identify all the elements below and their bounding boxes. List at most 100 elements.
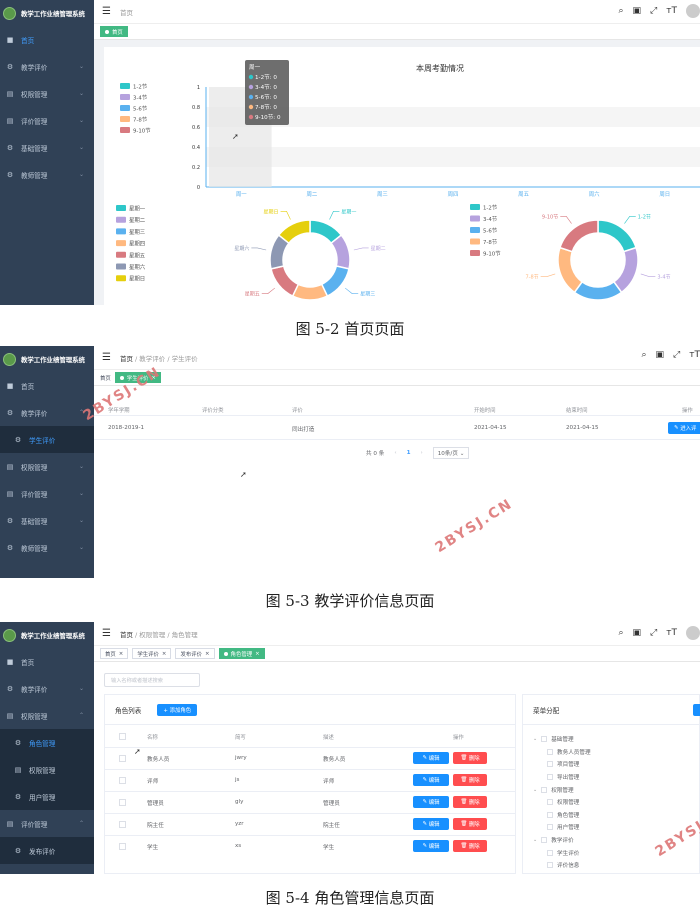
tree-node[interactable]: 权限管理 xyxy=(523,796,699,809)
tree-node[interactable]: 角色管理 xyxy=(523,809,699,822)
edit-button[interactable]: ✎ 编辑 xyxy=(413,796,449,808)
legend-label[interactable]: 星期六 xyxy=(129,263,146,271)
sidebar-item[interactable]: ■ 首页 xyxy=(0,372,94,399)
legend-swatch[interactable] xyxy=(116,216,126,223)
legend-label[interactable]: 7-8节 xyxy=(483,239,498,246)
hamburger-icon[interactable]: ☰ xyxy=(102,6,111,17)
doc-icon[interactable]: ▣ xyxy=(633,628,642,638)
legend-swatch[interactable] xyxy=(120,94,130,100)
delete-button[interactable]: 🗑 删除 xyxy=(453,774,487,786)
tag-student-evaluation[interactable]: 学生评价 × xyxy=(132,648,172,659)
sidebar-item[interactable]: ⚙ 教学评价 ⌄ xyxy=(0,53,94,80)
tree-node[interactable]: ⌄ 权限管理 xyxy=(523,783,699,796)
tag-home[interactable]: 首页 xyxy=(100,374,111,382)
sidebar-item[interactable]: ⚙ 教学评价 ⌄ xyxy=(0,675,94,702)
sidebar-item[interactable]: ⚙ 基础管理 ⌄ xyxy=(0,134,94,161)
legend-swatch[interactable] xyxy=(116,275,126,282)
fullscreen-icon[interactable]: ⤢ xyxy=(650,6,657,16)
select-all-checkbox[interactable] xyxy=(119,733,126,740)
fullscreen-icon[interactable]: ⤢ xyxy=(673,350,680,360)
legend-label[interactable]: 7-8节 xyxy=(133,117,148,124)
doc-icon[interactable]: ▣ xyxy=(656,350,665,360)
delete-button[interactable]: 🗑 删除 xyxy=(453,818,487,830)
doc-icon[interactable]: ▣ xyxy=(633,6,642,16)
delete-button[interactable]: 🗑 删除 xyxy=(453,840,487,852)
pie-slice[interactable] xyxy=(330,234,351,270)
delete-button[interactable]: 🗑 删除 xyxy=(453,796,487,808)
row-checkbox[interactable] xyxy=(119,821,126,828)
legend-label[interactable]: 星期五 xyxy=(129,252,146,259)
breadcrumb-home[interactable]: 首页 xyxy=(120,355,133,363)
tree-checkbox[interactable] xyxy=(547,761,553,768)
hamburger-icon[interactable]: ☰ xyxy=(102,352,111,363)
tree-checkbox[interactable] xyxy=(547,774,553,781)
legend-swatch[interactable] xyxy=(116,240,126,247)
fullscreen-icon[interactable]: ⤢ xyxy=(650,628,657,638)
pie-slice[interactable] xyxy=(559,219,599,253)
sidebar-item[interactable]: ⚙ 教师管理 ⌄ xyxy=(0,534,94,561)
sidebar-item[interactable]: ▤ 评价管理 ⌄ xyxy=(0,480,94,507)
enter-evaluation-button[interactable]: ✎ 进入评 xyxy=(668,422,700,434)
sidebar-item[interactable]: ▤ 权限管理 ⌃ xyxy=(0,702,94,729)
font-size-icon[interactable]: тT xyxy=(666,628,677,638)
tree-checkbox[interactable] xyxy=(541,837,548,844)
legend-swatch[interactable] xyxy=(470,204,480,210)
tree-checkbox[interactable] xyxy=(547,799,553,806)
breadcrumb-item[interactable]: 权限管理 xyxy=(139,631,165,639)
tag-role-management[interactable]: 角色管理 × xyxy=(218,648,265,659)
tree-node[interactable]: ⌄ 基础管理 xyxy=(523,733,699,746)
legend-swatch[interactable] xyxy=(470,227,480,233)
tree-checkbox[interactable] xyxy=(547,811,553,818)
tree-node[interactable]: 评价信息 xyxy=(523,859,699,872)
row-checkbox[interactable] xyxy=(119,755,126,762)
next-page-icon[interactable]: › xyxy=(420,450,422,456)
search-input[interactable]: 输入名称或者描述搜索 xyxy=(104,673,200,687)
legend-swatch[interactable] xyxy=(120,105,130,111)
sidebar-item[interactable]: ■ 首页 xyxy=(0,648,94,675)
legend-label[interactable]: 星期二 xyxy=(129,217,146,224)
tree-checkbox[interactable] xyxy=(547,862,553,869)
legend-label[interactable]: 1-2节 xyxy=(133,84,148,91)
avatar[interactable] xyxy=(686,4,700,18)
tag-home[interactable]: 首页 × xyxy=(100,648,129,659)
row-checkbox[interactable] xyxy=(119,799,126,806)
legend-label[interactable]: 5-6节 xyxy=(483,228,498,235)
caret-icon[interactable]: ⌄ xyxy=(533,736,537,742)
tree-checkbox[interactable] xyxy=(541,736,548,743)
font-size-icon[interactable]: тT xyxy=(689,350,700,360)
pager-current[interactable]: 1 xyxy=(407,450,411,456)
legend-swatch[interactable] xyxy=(470,215,480,222)
legend-swatch[interactable] xyxy=(116,205,126,211)
delete-button[interactable]: 🗑 删除 xyxy=(453,752,487,764)
legend-label[interactable]: 9-10节 xyxy=(483,251,501,258)
tree-node[interactable]: 项目管理 xyxy=(523,758,699,771)
legend-label[interactable]: 星期日 xyxy=(129,276,145,283)
tree-node[interactable]: 教务人员管理 xyxy=(523,746,699,759)
sidebar-item[interactable]: ▤ 评价管理 ⌄ xyxy=(0,107,94,134)
legend-label[interactable]: 星期四 xyxy=(129,241,145,248)
caret-icon[interactable]: ⌄ xyxy=(533,837,537,843)
legend-label[interactable]: 1-2节 xyxy=(483,205,498,212)
save-menu-button[interactable] xyxy=(693,704,700,716)
sidebar-item[interactable]: ⚙ 教学评价 ⌃ xyxy=(0,399,94,426)
pie-slice[interactable] xyxy=(277,219,311,245)
sidebar-item[interactable]: ⚙ 角色管理 xyxy=(0,729,94,756)
edit-button[interactable]: ✎ 编辑 xyxy=(413,752,449,764)
legend-swatch[interactable] xyxy=(116,251,126,258)
sidebar-item[interactable]: ⚙ 用户管理 xyxy=(0,783,94,810)
page-size-select[interactable]: 10条/页 ⌄ xyxy=(432,447,470,459)
sidebar-item[interactable]: ▤ 权限管理 ⌄ xyxy=(0,80,94,107)
sidebar-item[interactable]: ⚙ 教师管理 ⌄ xyxy=(0,161,94,188)
legend-swatch[interactable] xyxy=(470,238,480,245)
pie-slice[interactable] xyxy=(597,219,637,253)
tag-home[interactable]: 首页 xyxy=(100,26,128,37)
search-icon[interactable]: ⌕ xyxy=(618,6,623,16)
tree-checkbox[interactable] xyxy=(547,824,553,831)
edit-button[interactable]: ✎ 编辑 xyxy=(413,818,449,830)
sidebar-item[interactable]: ▤ 权限管理 ⌄ xyxy=(0,453,94,480)
row-checkbox[interactable] xyxy=(119,843,126,850)
pie-slice[interactable] xyxy=(573,280,623,301)
sidebar-item[interactable]: ▤ 权限管理 xyxy=(0,756,94,783)
tree-checkbox[interactable] xyxy=(547,849,553,856)
legend-swatch[interactable] xyxy=(120,127,130,133)
